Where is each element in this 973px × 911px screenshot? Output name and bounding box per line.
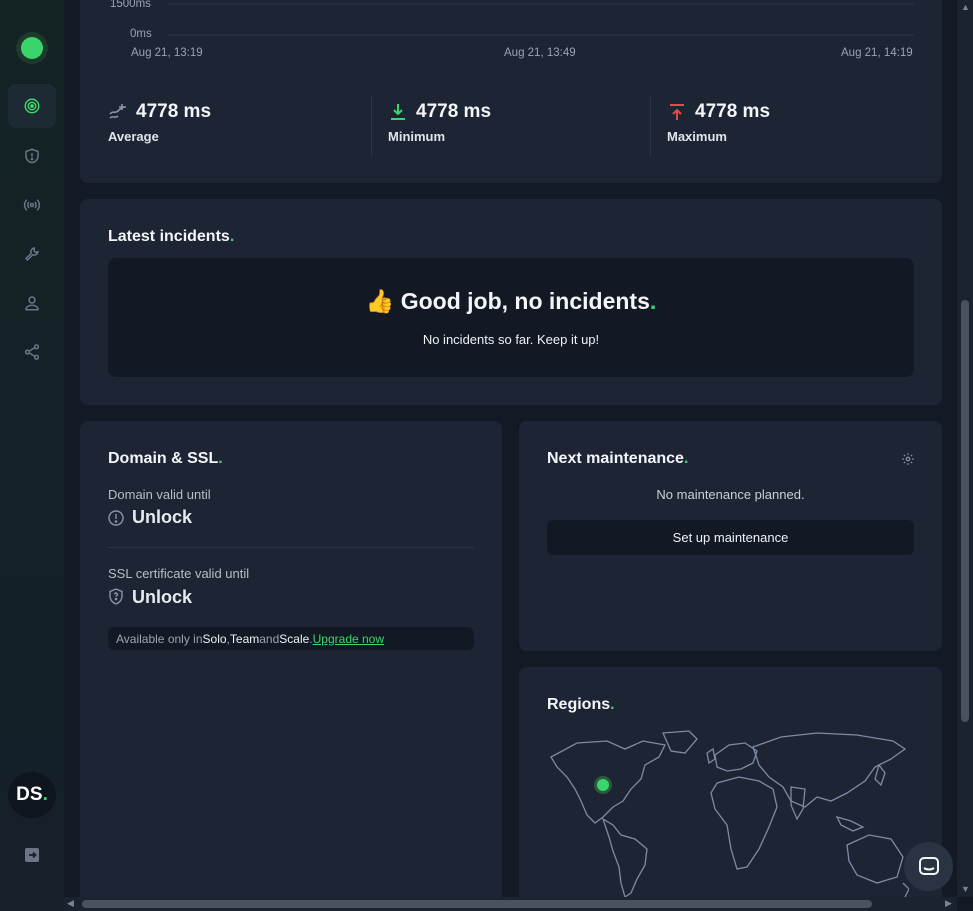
scroll-left-arrow[interactable]: ◀ (67, 898, 74, 909)
shield-question-icon (109, 588, 123, 605)
avatar-dot: . (42, 784, 48, 805)
minimum-value: 4778 ms (416, 101, 492, 122)
sidebar: DS. (0, 0, 64, 911)
sidebar-item-maintenance[interactable] (8, 232, 56, 276)
set-up-maintenance-button[interactable]: Set up maintenance (547, 520, 914, 555)
divider (650, 96, 651, 156)
ssl-valid-label: SSL certificate valid until (108, 566, 250, 581)
avatar-initials: DS (16, 784, 43, 805)
shield-alert-icon (25, 148, 39, 164)
minimum-label: Minimum (388, 129, 446, 144)
divider (371, 96, 372, 156)
average-value: 4778 ms (136, 101, 212, 122)
x-tick-label: Aug 21, 13:49 (504, 47, 576, 59)
ssl-unlock-link[interactable]: Unlock (132, 587, 192, 608)
y-tick-label: 0ms (130, 28, 152, 40)
incidents-title: Latest incidents. (108, 228, 235, 245)
gear-icon[interactable] (901, 452, 915, 466)
x-tick-label: Aug 21, 14:19 (841, 47, 913, 59)
maintenance-card: Next maintenance. No maintenance planned… (519, 421, 942, 651)
status-logo[interactable] (16, 32, 48, 64)
scroll-right-arrow[interactable]: ▶ (945, 898, 952, 909)
chat-launcher-button[interactable] (904, 842, 953, 891)
wrench-icon (24, 247, 39, 262)
sidebar-item-heartbeats[interactable] (8, 183, 56, 227)
sidebar-item-team[interactable] (8, 281, 56, 325)
share-nodes-icon (24, 344, 40, 360)
sidebar-item-integrations[interactable] (8, 330, 56, 374)
info-circle-icon (108, 510, 124, 526)
target-icon (24, 98, 40, 114)
sidebar-item-monitors[interactable] (8, 84, 56, 128)
divider (108, 547, 474, 548)
region-marker-north-america[interactable] (594, 776, 612, 794)
horizontal-scrollbar[interactable]: ◀ ▶ (64, 897, 957, 911)
upgrade-now-link[interactable]: Upgrade now (313, 632, 384, 646)
maximum-value: 4778 ms (695, 101, 771, 122)
avatar[interactable]: DS. (8, 772, 56, 818)
scroll-down-arrow[interactable]: ▼ (961, 884, 970, 894)
average-label: Average (108, 129, 159, 144)
trend-icon (109, 104, 127, 119)
scrollbar-thumb[interactable] (961, 300, 969, 722)
broadcast-icon (23, 199, 41, 211)
regions-title: Regions. (547, 696, 615, 713)
arrow-down-icon (391, 104, 405, 120)
no-incidents-headline: 👍 Good job, no incidents. (365, 288, 657, 314)
upgrade-note: Available only in Solo, Team and Scale. … (108, 627, 474, 650)
maximum-label: Maximum (667, 129, 727, 144)
user-icon (25, 296, 39, 311)
no-maintenance-text: No maintenance planned. (656, 487, 805, 502)
arrow-up-icon (670, 104, 684, 120)
scrollbar-thumb[interactable] (82, 900, 872, 908)
x-tick-label: Aug 21, 13:19 (131, 47, 203, 59)
scroll-up-arrow[interactable]: ▲ (961, 2, 970, 12)
regions-card: Regions. (519, 667, 942, 897)
logout-icon[interactable] (25, 848, 39, 862)
domain-ssl-title: Domain & SSL. (108, 450, 223, 467)
no-incidents-panel: 👍 Good job, no incidents. No incidents s… (108, 258, 914, 377)
incidents-card: Latest incidents. 👍 Good job, no inciden… (80, 199, 942, 405)
thumbs-up-icon: 👍 (365, 288, 395, 314)
vertical-scrollbar[interactable]: ▲ ▼ (957, 0, 973, 897)
maintenance-title: Next maintenance. (547, 450, 689, 467)
domain-ssl-card: Domain & SSL. Domain valid until Unlock … (80, 421, 502, 897)
response-time-card: 1500ms 0ms Aug 21, 13:19 Aug 21, 13:49 A… (80, 0, 942, 183)
sidebar-item-incidents[interactable] (8, 134, 56, 178)
domain-unlock-link[interactable]: Unlock (132, 507, 192, 528)
domain-valid-label: Domain valid until (108, 487, 211, 502)
main-content: 1500ms 0ms Aug 21, 13:19 Aug 21, 13:49 A… (64, 0, 957, 897)
world-map (550, 730, 909, 897)
y-tick-label: 1500ms (110, 0, 151, 10)
no-incidents-subtitle: No incidents so far. Keep it up! (422, 332, 600, 347)
chat-icon (918, 856, 939, 875)
